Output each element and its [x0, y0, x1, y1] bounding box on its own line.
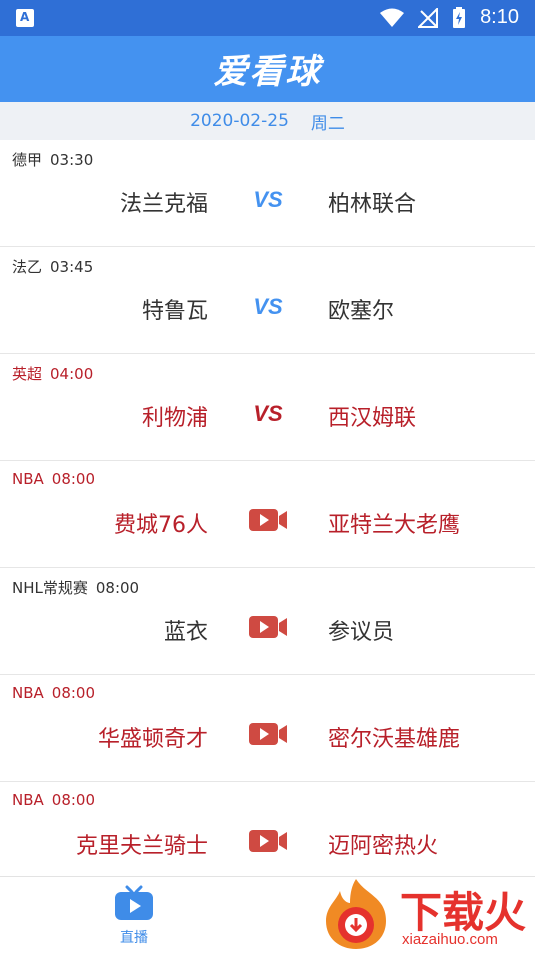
match-time: 08:00 [51, 684, 96, 702]
match-time: 03:45 [50, 258, 94, 276]
home-team: 利物浦 [141, 406, 208, 431]
away-team: 迈阿密热火 [328, 834, 439, 859]
away-team: 亚特兰大老鹰 [328, 513, 461, 538]
video-camera-icon[interactable] [249, 505, 287, 535]
match-row[interactable]: NHL常规赛 08:00 蓝衣 参议员 [0, 568, 535, 675]
no-signal-icon [418, 7, 439, 28]
date-text: 2020-02-25 [190, 111, 289, 131]
match-time: 04:00 [50, 365, 94, 383]
away-team: 参议员 [328, 620, 395, 645]
home-team: 特鲁瓦 [141, 299, 208, 324]
match-row[interactable]: 英超 04:00 利物浦 VS 西汉姆联 [0, 354, 535, 461]
match-time: 08:00 [95, 579, 140, 597]
app-title: 爱看球 [213, 52, 322, 92]
video-camera-icon[interactable] [249, 612, 287, 642]
home-team: 法兰克福 [119, 192, 208, 217]
match-time: 08:00 [51, 470, 96, 488]
video-camera-icon[interactable] [249, 826, 287, 856]
tv-icon [115, 885, 153, 920]
app-notification-icon [16, 9, 34, 27]
video-camera-icon[interactable] [249, 719, 287, 749]
watermark-url: xiazaihuo.com [402, 931, 498, 948]
league-label: NBA [12, 791, 44, 809]
bottom-nav: 直播 下载火 xiazaihuo.com [0, 876, 535, 953]
match-row[interactable]: 德甲 03:30 法兰克福 VS 柏林联合 [0, 140, 535, 247]
league-label: 法乙 [12, 258, 43, 276]
home-team: 蓝衣 [163, 620, 208, 645]
vs-label: VS [253, 294, 283, 319]
app-bar: 爱看球 [0, 36, 535, 102]
away-team: 欧塞尔 [328, 299, 395, 324]
league-label: 英超 [12, 365, 43, 383]
status-bar: 8:10 [0, 0, 535, 36]
battery-charging-icon [453, 6, 466, 28]
home-team: 华盛顿奇才 [97, 727, 208, 752]
home-team: 费城76人 [114, 513, 208, 538]
weekday-text: 周二 [310, 113, 345, 134]
tab-live-label: 直播 [120, 930, 148, 946]
vs-label: VS [253, 187, 283, 212]
league-label: 德甲 [12, 151, 43, 169]
match-time: 03:30 [50, 151, 94, 169]
away-team: 密尔沃基雄鹿 [328, 727, 461, 752]
match-row[interactable]: NBA 08:00 克里夫兰骑士 迈阿密热火 [0, 782, 535, 887]
wifi-icon [380, 8, 405, 27]
league-label: NBA [12, 684, 44, 702]
fire-logo-icon [326, 879, 386, 949]
league-label: NHL常规赛 [12, 579, 88, 597]
clock: 8:10 [480, 6, 519, 28]
home-team: 克里夫兰骑士 [75, 834, 208, 859]
league-label: NBA [12, 470, 44, 488]
match-row[interactable]: NBA 08:00 费城76人 亚特兰大老鹰 [0, 461, 535, 568]
match-time: 08:00 [51, 791, 96, 809]
away-team: 西汉姆联 [328, 406, 417, 431]
tab-live[interactable]: 直播 [110, 885, 158, 947]
date-bar: 2020-02-25 周二 [0, 102, 535, 140]
match-list: 德甲 03:30 法兰克福 VS 柏林联合 法乙 03:45 特鲁瓦 VS 欧塞尔 … [0, 140, 535, 887]
match-row[interactable]: 法乙 03:45 特鲁瓦 VS 欧塞尔 [0, 247, 535, 354]
away-team: 柏林联合 [328, 192, 417, 217]
vs-label: VS [253, 401, 283, 426]
match-row[interactable]: NBA 08:00 华盛顿奇才 密尔沃基雄鹿 [0, 675, 535, 782]
watermark-logo: 下载火 xiazaihuo.com [310, 877, 535, 953]
